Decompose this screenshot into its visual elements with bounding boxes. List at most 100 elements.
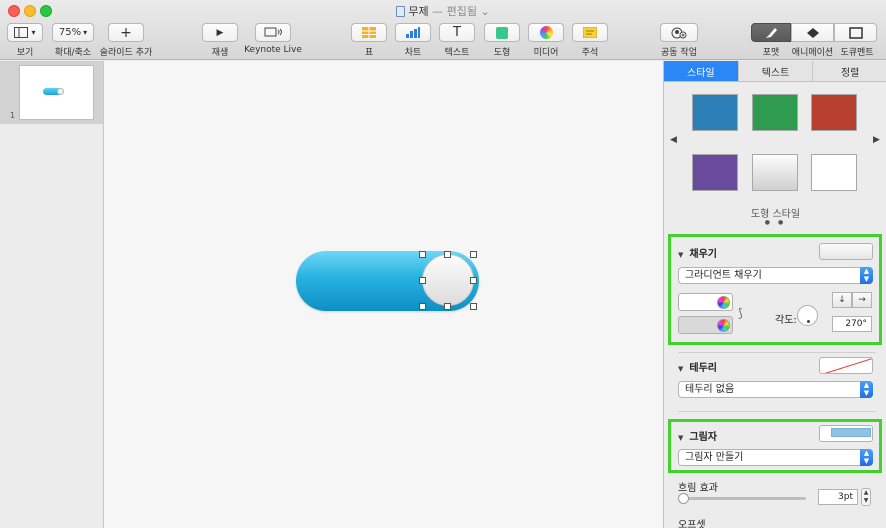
- style-swatch-white[interactable]: [811, 154, 857, 191]
- tab-text[interactable]: 텍스트: [738, 61, 814, 81]
- animate-button[interactable]: [791, 23, 834, 42]
- toggle-knob-shape[interactable]: [422, 254, 474, 306]
- slide-thumbnail[interactable]: [19, 65, 94, 120]
- comment-button[interactable]: [572, 23, 608, 42]
- slide-canvas[interactable]: [104, 61, 663, 528]
- edited-status[interactable]: — 편집됨 ⌄: [432, 5, 490, 18]
- selection-handle[interactable]: [419, 251, 426, 258]
- border-preview-well[interactable]: [819, 357, 873, 374]
- play-button[interactable]: ▶: [202, 23, 238, 42]
- style-swatch-red[interactable]: [811, 94, 857, 131]
- section-divider: [678, 352, 876, 353]
- comment-icon: [583, 27, 597, 38]
- blur-slider-track[interactable]: [680, 497, 806, 500]
- chevron-down-icon: ▾: [31, 28, 36, 37]
- style-swatch-purple[interactable]: [692, 154, 738, 191]
- sidebar-view-icon: [14, 27, 29, 38]
- text-icon: T: [453, 25, 461, 40]
- zoom-value: 75%: [58, 27, 82, 38]
- shadow-preview-well[interactable]: [819, 425, 873, 442]
- border-type-select[interactable]: 테두리 없음 ▲ ▼: [678, 381, 873, 398]
- previous-styles-arrow-icon[interactable]: ◀: [670, 135, 677, 145]
- shadow-section-title[interactable]: ▼ 그림자: [678, 428, 717, 443]
- window-title: 무제 — 편집됨 ⌄: [0, 3, 886, 19]
- add-slide-button[interactable]: +: [108, 23, 144, 42]
- section-divider: [678, 411, 876, 412]
- swap-colors-icon[interactable]: ⟆: [738, 306, 743, 320]
- add-slide-label: 슬라이드 추가: [99, 48, 153, 58]
- paintbrush-icon: [766, 27, 777, 38]
- format-label: 포맷: [762, 48, 780, 58]
- updown-chevron-icon: ▲ ▼: [860, 381, 873, 398]
- selection-handle[interactable]: [444, 303, 451, 310]
- selection-handle[interactable]: [419, 303, 426, 310]
- keynote-live-button[interactable]: [255, 23, 291, 42]
- slide-navigator: 1: [0, 61, 104, 528]
- zoom-select[interactable]: 75% ▾: [52, 23, 94, 42]
- format-button[interactable]: [751, 23, 791, 42]
- photos-icon: [539, 26, 553, 39]
- chevron-down-icon: ▾: [83, 28, 88, 37]
- color-wheel-icon[interactable]: [717, 319, 730, 332]
- blur-stepper[interactable]: ▲ ▼: [861, 488, 871, 506]
- document-label: 도큐멘트: [840, 48, 874, 58]
- slide-number: 1: [10, 111, 16, 120]
- shape-styles-label: 도형 스타일: [750, 209, 801, 220]
- style-swatch-blue[interactable]: [692, 94, 738, 131]
- fill-preview-well[interactable]: [819, 243, 873, 260]
- animate-label: 애니메이션: [791, 48, 834, 58]
- keynote-doc-icon: [396, 6, 406, 17]
- blur-label: 흐림 효과: [678, 483, 718, 494]
- shadow-type-select[interactable]: 그림자 만들기 ▲ ▼: [678, 449, 873, 466]
- table-icon: [362, 27, 376, 38]
- table-button[interactable]: [351, 23, 387, 42]
- blur-slider-knob[interactable]: [678, 493, 689, 504]
- keynote-live-icon: [264, 27, 282, 37]
- inspector-tabs: 스타일 텍스트 정렬: [664, 61, 886, 82]
- no-border-slash-icon: [824, 358, 872, 373]
- selection-handle[interactable]: [470, 251, 477, 258]
- selection-handle[interactable]: [419, 277, 426, 284]
- selection-handle[interactable]: [470, 303, 477, 310]
- shape-button[interactable]: [484, 23, 520, 42]
- tab-style[interactable]: 스타일: [664, 61, 739, 81]
- fill-section-title[interactable]: ▼ 채우기: [678, 245, 717, 260]
- fill-type-select[interactable]: 그라디언트 채우기 ▲ ▼: [678, 267, 873, 284]
- gradient-end-color-well[interactable]: [678, 316, 733, 334]
- angle-field[interactable]: 270°: [832, 316, 872, 332]
- gradient-vertical-button[interactable]: ↓: [832, 292, 852, 308]
- style-swatch-gradient[interactable]: [752, 154, 798, 191]
- play-icon: ▶: [216, 27, 224, 38]
- angle-dial[interactable]: [797, 305, 818, 326]
- disclosure-triangle-icon: ▼: [678, 365, 684, 373]
- collaborate-button[interactable]: [660, 23, 698, 42]
- arrow-right-icon: →: [858, 295, 866, 305]
- style-page-indicator[interactable]: ● ●: [664, 219, 886, 226]
- media-label: 미디어: [533, 48, 559, 58]
- selection-handle[interactable]: [470, 277, 477, 284]
- view-menu-button[interactable]: ▾: [7, 23, 43, 42]
- tab-arrange[interactable]: 정렬: [813, 61, 886, 81]
- media-button[interactable]: [528, 23, 564, 42]
- zoom-label: 확대/축소: [54, 48, 92, 58]
- text-label: 텍스트: [444, 48, 470, 58]
- shadow-preview-swatch: [831, 428, 871, 437]
- chart-button[interactable]: [395, 23, 431, 42]
- updown-chevron-icon: ▲ ▼: [860, 267, 873, 284]
- shape-label: 도형: [493, 48, 511, 58]
- next-styles-arrow-icon[interactable]: ▶: [873, 135, 880, 145]
- disclosure-triangle-icon: ▼: [678, 251, 684, 259]
- border-section-title[interactable]: ▼ 테두리: [678, 359, 717, 374]
- slide-thumbnail-selected[interactable]: 1: [0, 61, 103, 124]
- arrow-down-icon: ↓: [838, 295, 846, 305]
- text-button[interactable]: T: [439, 23, 475, 42]
- selection-handle[interactable]: [444, 251, 451, 258]
- offset-label: 오프셋: [678, 520, 706, 528]
- gradient-start-color-well[interactable]: [678, 293, 733, 311]
- blur-field[interactable]: 3pt: [818, 489, 858, 505]
- gradient-horizontal-button[interactable]: →: [852, 292, 872, 308]
- document-button[interactable]: [834, 23, 877, 42]
- color-wheel-icon[interactable]: [717, 296, 730, 309]
- style-swatch-green[interactable]: [752, 94, 798, 131]
- collaborate-icon: [671, 27, 687, 38]
